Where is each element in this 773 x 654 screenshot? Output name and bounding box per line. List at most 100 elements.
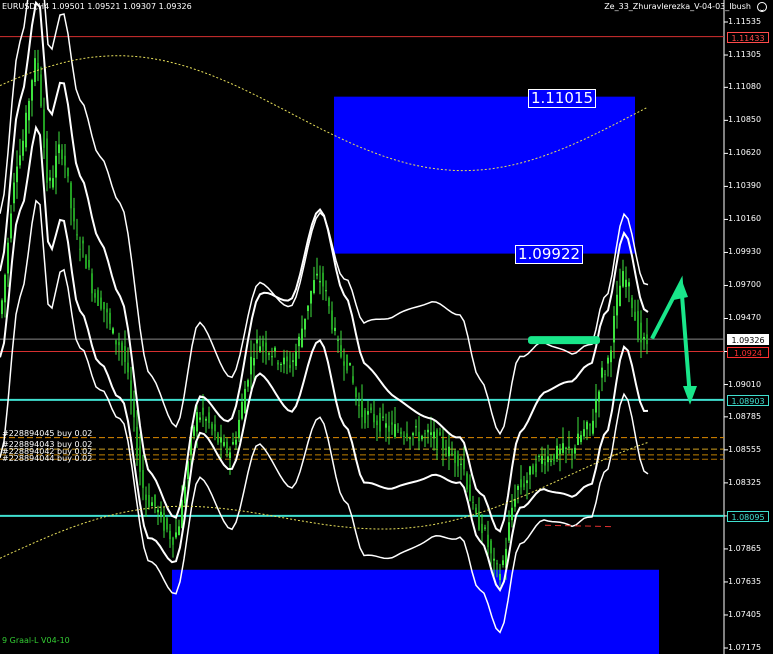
candle-body xyxy=(631,297,633,309)
candle-body xyxy=(583,429,585,437)
candle-body xyxy=(373,413,375,423)
price-tag: 1.0924 xyxy=(727,346,769,358)
candle-body xyxy=(160,511,162,516)
smiley-icon[interactable] xyxy=(757,2,767,12)
candle-body xyxy=(340,345,342,357)
price-chart-canvas[interactable] xyxy=(0,0,773,654)
candle-body xyxy=(91,273,93,294)
candle-body xyxy=(523,483,525,488)
candle-body xyxy=(556,445,558,459)
candle-body xyxy=(94,293,96,298)
subwindow-label: 9 Graal-L V04-10 xyxy=(2,636,70,645)
candle-body xyxy=(16,166,18,183)
candle-body xyxy=(439,432,441,435)
arrow-down-head xyxy=(683,385,697,405)
candle-body xyxy=(310,290,312,304)
candle-body xyxy=(496,563,498,565)
candle-body xyxy=(490,540,492,554)
candle-body xyxy=(547,456,549,463)
candle-body xyxy=(646,334,648,345)
candle-body xyxy=(451,453,453,455)
candle-body xyxy=(70,182,72,209)
candle-body xyxy=(613,315,615,343)
candle-body xyxy=(400,431,402,435)
candle-body xyxy=(358,404,360,407)
candle-body xyxy=(235,439,237,445)
candle-body xyxy=(139,446,141,472)
price-tick-label: 1.10160 xyxy=(728,214,762,224)
candle-body xyxy=(256,339,258,344)
candle-body xyxy=(391,422,393,425)
candle-body xyxy=(262,340,264,347)
candle-body xyxy=(577,433,579,446)
candle-body xyxy=(337,339,339,341)
candle-body xyxy=(100,297,102,309)
candle-body xyxy=(124,346,126,362)
candle-body xyxy=(493,558,495,561)
candle-body xyxy=(589,423,591,426)
candle-body xyxy=(622,271,624,287)
candle-body xyxy=(562,443,564,453)
candle-body xyxy=(43,109,45,148)
candle-body xyxy=(136,426,138,457)
candle-body xyxy=(58,144,60,154)
candle-body xyxy=(52,178,54,188)
candle-body xyxy=(313,280,315,293)
candle-body xyxy=(46,138,48,183)
candle-body xyxy=(469,484,471,502)
candle-body xyxy=(208,412,210,423)
candle-body xyxy=(274,347,276,352)
candle-body xyxy=(499,573,501,581)
candle-body xyxy=(484,527,486,529)
price-tick-label: 1.08555 xyxy=(728,444,762,454)
candle-body xyxy=(541,455,543,464)
candle-body xyxy=(610,350,612,363)
band-upper-inner xyxy=(0,0,649,533)
candle-body xyxy=(553,454,555,462)
candle-body xyxy=(397,429,399,431)
candle-body xyxy=(421,435,423,440)
candle-body xyxy=(418,431,420,442)
candle-body xyxy=(352,376,354,383)
price-tick-label: 1.09470 xyxy=(728,313,762,323)
candle-body xyxy=(76,234,78,236)
candle-body xyxy=(184,486,186,504)
candle-body xyxy=(595,400,597,413)
candle-body xyxy=(172,537,174,545)
candle-body xyxy=(247,380,249,387)
candle-body xyxy=(112,328,114,334)
candle-body xyxy=(367,411,369,415)
candle-body xyxy=(61,149,63,160)
candle-body xyxy=(403,435,405,437)
candle-body xyxy=(301,328,303,347)
candle-body xyxy=(466,473,468,490)
candle-body xyxy=(628,282,630,287)
candle-body xyxy=(343,361,345,366)
candle-body xyxy=(115,340,117,345)
price-tick-label: 1.07865 xyxy=(728,543,762,553)
symbol-header: EURUSD,H4 1.09501 1.09521 1.09307 1.0932… xyxy=(2,2,192,11)
candle-body xyxy=(289,364,291,369)
candle-body xyxy=(253,358,255,366)
candle-body xyxy=(196,412,198,432)
candle-body xyxy=(292,360,294,362)
candle-body xyxy=(109,312,111,324)
candle-body xyxy=(154,494,156,507)
candle-body xyxy=(436,429,438,449)
candle-body xyxy=(481,523,483,534)
price-tick-label: 1.08785 xyxy=(728,411,762,421)
candle-body xyxy=(406,433,408,439)
candle-body xyxy=(601,367,603,378)
candle-body xyxy=(316,273,318,276)
candle-body xyxy=(643,336,645,340)
price-tag: 1.09326 xyxy=(727,334,769,346)
candle-body xyxy=(193,426,195,436)
candle-body xyxy=(13,182,15,204)
candle-body xyxy=(475,507,477,514)
candle-body xyxy=(298,336,300,347)
chart-area[interactable]: EURUSD,H4 1.09501 1.09521 1.09307 1.0932… xyxy=(0,0,773,654)
candle-body xyxy=(580,435,582,443)
candle-body xyxy=(511,507,513,521)
candle-body xyxy=(280,364,282,366)
order-label: #228894045 buy 0.02 xyxy=(2,429,93,438)
